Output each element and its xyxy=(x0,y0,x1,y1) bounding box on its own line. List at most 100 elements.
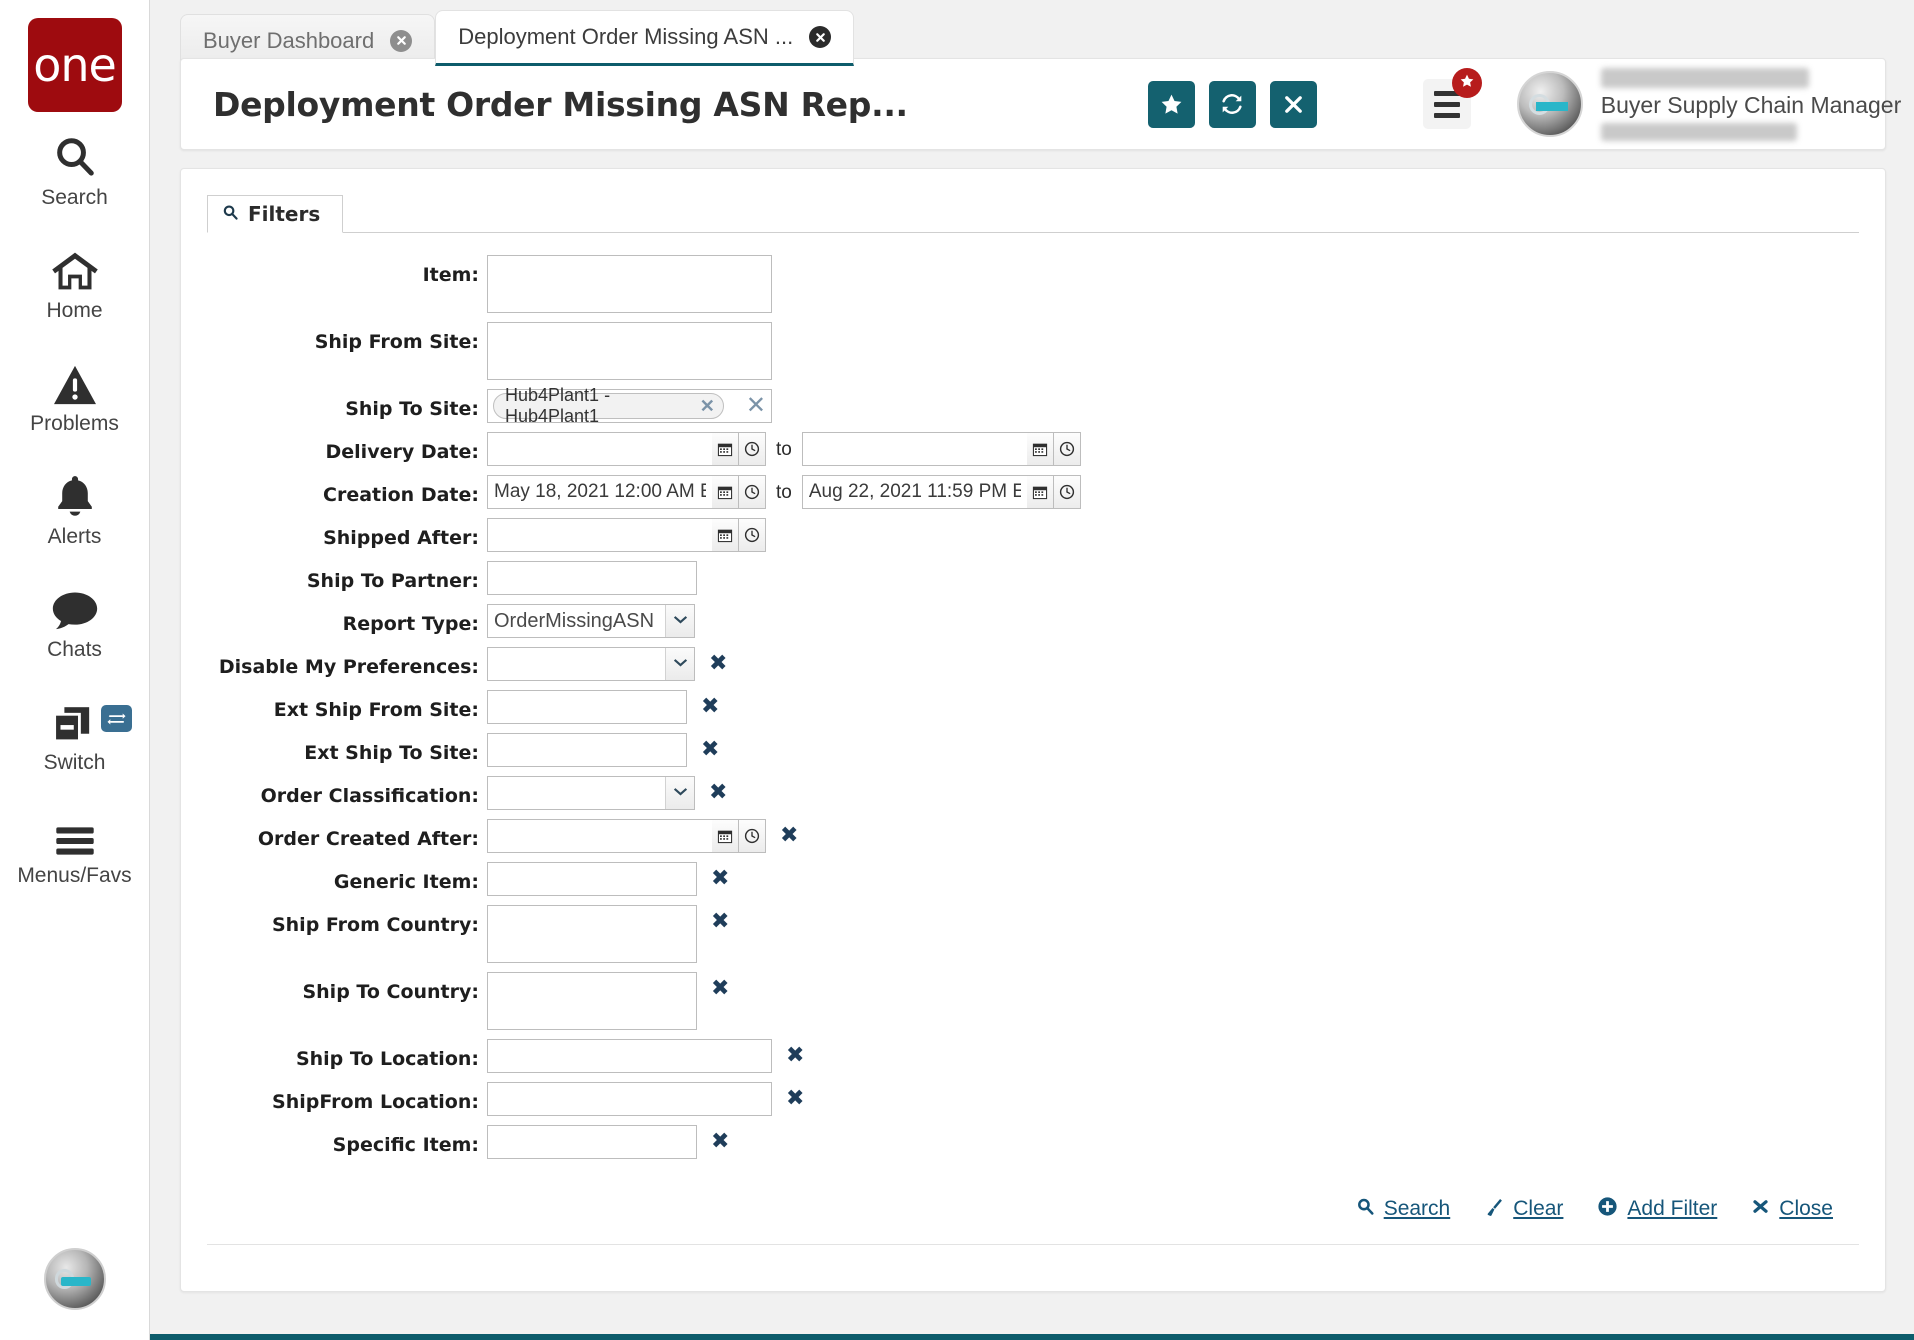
delivery-date-to xyxy=(801,432,1081,466)
clear-ship-to-site-icon[interactable]: ✕ xyxy=(746,394,766,418)
calendar-icon[interactable] xyxy=(1026,475,1054,509)
favorite-button[interactable] xyxy=(1147,80,1195,128)
tab-filters[interactable]: Filters xyxy=(207,195,344,233)
chip-remove-icon[interactable]: ✕ xyxy=(700,397,715,415)
filter-row-creation-date: Creation Date: to xyxy=(207,475,1859,509)
specific-item-input[interactable] xyxy=(487,1125,697,1159)
remove-filter-icon[interactable]: ✖ xyxy=(780,819,798,847)
tab-label: Deployment Order Missing ASN ... xyxy=(458,24,794,49)
favorite-badge xyxy=(1451,68,1482,98)
avatar-visor xyxy=(60,1276,91,1286)
ext-ship-to-site-input[interactable] xyxy=(487,733,687,767)
filter-label: Generic Item: xyxy=(333,871,479,893)
star-icon xyxy=(1159,92,1184,117)
remove-filter-icon[interactable]: ✖ xyxy=(709,776,727,804)
avatar[interactable] xyxy=(1516,71,1583,137)
browser-tab-strip: Buyer Dashboard Deployment Order Missing… xyxy=(150,0,1914,66)
remove-filter-icon[interactable]: ✖ xyxy=(711,972,729,1000)
sidebar-item-alerts[interactable]: Alerts xyxy=(0,451,150,564)
filter-label: ShipFrom Location: xyxy=(272,1091,479,1113)
remove-filter-icon[interactable]: ✖ xyxy=(709,647,727,675)
report-type-select[interactable]: OrderMissingASN xyxy=(487,604,695,638)
ship-to-site-input[interactable]: Hub4Plant1 - Hub4Plant1 ✕ ✕ xyxy=(487,385,772,426)
filter-row-ship-to-site: Ship To Site: Hub4Plant1 - Hub4Plant1 ✕ … xyxy=(207,385,1859,426)
creation-date-from xyxy=(487,475,766,509)
close-button[interactable] xyxy=(1269,80,1317,128)
order-classification-select[interactable] xyxy=(487,776,695,810)
close-button[interactable]: Close xyxy=(1751,1197,1833,1221)
order-created-after-input[interactable] xyxy=(487,819,712,853)
filter-row-ship-from-country: Ship From Country: ✖ xyxy=(207,905,1859,963)
sidebar-item-menus-favs[interactable]: Menus/Favs xyxy=(0,790,150,903)
calendar-icon[interactable] xyxy=(712,819,739,853)
calendar-icon[interactable] xyxy=(712,518,739,552)
filter-row-shipped-after: Shipped After: xyxy=(207,518,1859,552)
sidebar-item-problems[interactable]: Problems xyxy=(0,338,150,451)
search-icon xyxy=(222,202,239,226)
ship-from-site-input[interactable] xyxy=(487,322,772,380)
page-header: Deployment Order Missing ASN Rep... Buye… xyxy=(180,58,1901,150)
remove-filter-icon[interactable]: ✖ xyxy=(786,1082,804,1110)
filter-label: Shipped After: xyxy=(323,527,479,549)
menu-favorites-button[interactable] xyxy=(1422,68,1482,129)
sidebar-item-home[interactable]: Home xyxy=(0,225,150,338)
switch-arrows-button[interactable] xyxy=(100,705,132,732)
shipped-after-input[interactable] xyxy=(487,518,712,552)
sidebar-item-label: Chats xyxy=(47,637,102,661)
remove-filter-icon[interactable]: ✖ xyxy=(711,862,729,890)
clock-icon[interactable] xyxy=(739,819,766,853)
remove-filter-icon[interactable]: ✖ xyxy=(701,733,719,761)
clock-icon[interactable] xyxy=(739,432,766,466)
filter-label: Ship From Site: xyxy=(314,331,479,353)
ship-to-partner-input[interactable] xyxy=(487,561,697,595)
calendar-icon[interactable] xyxy=(712,432,739,466)
clear-button[interactable]: Clear xyxy=(1484,1197,1563,1222)
header-action-buttons xyxy=(1147,80,1317,128)
bold-x-icon xyxy=(1751,1197,1770,1221)
filter-label: Item: xyxy=(422,264,479,286)
calendar-icon[interactable] xyxy=(712,475,739,509)
calendar-icon[interactable] xyxy=(1026,432,1054,466)
remove-filter-icon[interactable]: ✖ xyxy=(711,1125,729,1153)
sidebar-item-chats[interactable]: Chats xyxy=(0,564,150,677)
close-icon[interactable] xyxy=(390,29,413,52)
clock-icon[interactable] xyxy=(739,518,766,552)
one-logo[interactable]: one xyxy=(27,18,122,112)
disable-my-preferences-select[interactable] xyxy=(487,647,695,681)
filter-row-ship-from-site: Ship From Site: xyxy=(207,322,1859,380)
clock-icon[interactable] xyxy=(739,475,766,509)
remove-filter-icon[interactable]: ✖ xyxy=(701,690,719,718)
clock-icon[interactable] xyxy=(1053,475,1081,509)
delivery-date-from xyxy=(487,432,766,466)
creation-date-from-input[interactable] xyxy=(487,475,712,509)
user-org-redacted xyxy=(1600,122,1797,141)
logo-text: one xyxy=(33,38,117,92)
ext-ship-from-site-input[interactable] xyxy=(487,690,687,724)
refresh-button[interactable] xyxy=(1208,80,1256,128)
tab-deployment-order-missing-asn[interactable]: Deployment Order Missing ASN ... xyxy=(435,10,855,66)
remove-filter-icon[interactable]: ✖ xyxy=(711,905,729,933)
ship-to-country-input[interactable] xyxy=(487,972,697,1030)
filter-row-delivery-date: Delivery Date: to xyxy=(207,432,1859,466)
shipfrom-location-input[interactable] xyxy=(487,1082,772,1116)
ship-to-location-input[interactable] xyxy=(487,1039,772,1073)
clock-icon[interactable] xyxy=(1053,432,1081,466)
delivery-date-to-input[interactable] xyxy=(801,432,1027,466)
add-filter-button[interactable]: Add Filter xyxy=(1597,1196,1717,1222)
search-button[interactable]: Search xyxy=(1356,1197,1450,1221)
remove-filter-icon[interactable]: ✖ xyxy=(786,1039,804,1067)
sidebar-item-search[interactable]: Search xyxy=(0,112,150,225)
close-icon[interactable] xyxy=(809,26,832,48)
generic-item-input[interactable] xyxy=(487,862,697,896)
filter-label: Report Type: xyxy=(342,613,479,635)
avatar[interactable] xyxy=(43,1248,106,1310)
filter-label: Specific Item: xyxy=(332,1134,479,1156)
ship-from-country-input[interactable] xyxy=(487,905,697,963)
creation-date-to-input[interactable] xyxy=(801,475,1027,509)
sidebar-item-switch[interactable]: Switch xyxy=(0,677,150,790)
user-menu[interactable]: Buyer Supply Chain Manager xyxy=(1516,67,1914,141)
delivery-date-from-input[interactable] xyxy=(487,432,712,466)
chip-ship-to-site[interactable]: Hub4Plant1 - Hub4Plant1 ✕ xyxy=(493,385,724,426)
item-input[interactable] xyxy=(487,255,772,313)
filter-label: Disable My Preferences: xyxy=(218,656,479,678)
